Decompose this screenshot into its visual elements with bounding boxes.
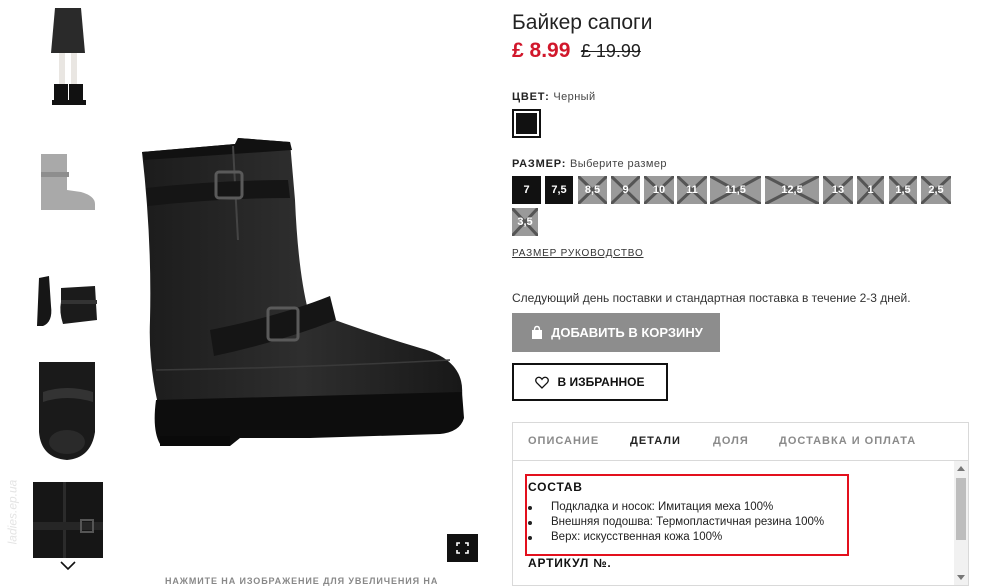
size-option-label: 1,5 [895,184,911,196]
size-option-1[interactable]: 1 [857,176,884,204]
thumbnail-image-1 [33,8,103,108]
scroll-up-arrow[interactable] [957,466,965,471]
scroll-down-arrow[interactable] [957,575,965,580]
add-to-cart-label: ДОБАВИТЬ В КОРЗИНУ [551,325,703,340]
size-option-12-5[interactable]: 12,5 [765,176,819,204]
article-number-label: АРТИКУЛ №. [528,556,612,570]
size-option-7-5[interactable]: 7,5 [545,176,573,204]
thumbnail-4[interactable] [33,362,103,462]
tab-delivery-payment[interactable]: ДОСТАВКА И ОПЛАТА [779,435,916,447]
size-option-label: 10 [652,184,666,196]
zoom-hint: НАЖМИТЕ НА ИЗОБРАЖЕНИЕ ДЛЯ УВЕЛИЧЕНИЯ НА [165,576,439,586]
size-option-label: 11 [686,184,698,196]
size-option-13[interactable]: 13 [823,176,853,204]
add-to-cart-button[interactable]: ДОБАВИТЬ В КОРЗИНУ [512,313,720,352]
size-option-label: 13 [831,184,845,196]
chevron-down-icon [60,561,76,571]
tab-description[interactable]: ОПИСАНИЕ [528,435,599,447]
size-option-label: 12,5 [781,184,803,196]
size-option-3-5[interactable]: 3,5 [512,208,538,236]
size-option-9[interactable]: 9 [611,176,640,204]
shopping-bag-icon [532,325,543,339]
thumbnail-2[interactable] [33,152,103,212]
main-product-image[interactable] [120,120,490,460]
size-option-8-5[interactable]: 8,5 [578,176,607,204]
color-swatch-black[interactable] [512,109,541,138]
thumbnail-image-4 [33,362,103,462]
original-price: £ 19.99 [580,41,641,61]
gallery-down-arrow[interactable] [58,558,78,574]
size-option-1-5[interactable]: 1,5 [889,176,917,204]
swatch-fill [516,113,537,134]
size-guide-link[interactable]: РАЗМЕР РУКОВОДСТВО [512,248,644,259]
size-option-2-5[interactable]: 2,5 [921,176,951,204]
size-label-row: РАЗМЕР: Выберите размер [512,158,667,170]
size-option-label: 2,5 [928,184,944,196]
boot-image [142,138,464,446]
size-option-label: 1 [867,184,874,196]
thumbnail-image-5 [33,482,103,558]
fullscreen-button[interactable] [447,534,478,562]
size-value: Выберите размер [570,158,667,170]
size-option-7[interactable]: 7 [512,176,541,204]
color-label: ЦВЕТ: [512,91,550,103]
tab-share[interactable]: ДОЛЯ [713,435,749,447]
product-title: Байкер сапоги [512,11,653,34]
price-row: £ 8.99 £ 19.99 [512,39,641,63]
size-option-label: 8,5 [584,184,601,196]
favorites-label: В ИЗБРАННОЕ [557,375,645,389]
thumbnail-image-2 [33,152,103,212]
size-option-label: 9 [622,184,629,196]
size-label: РАЗМЕР: [512,158,567,170]
size-option-label: 7,5 [551,184,567,196]
size-option-11[interactable]: 11 [677,176,707,204]
size-option-11-5[interactable]: 11,5 [710,176,761,204]
expand-icon [456,542,469,554]
color-label-row: ЦВЕТ: Черный [512,91,596,103]
thumbnail-5[interactable] [33,482,103,558]
size-option-label: 7 [523,184,530,196]
size-option-label: 11,5 [725,184,746,196]
size-option-10[interactable]: 10 [644,176,674,204]
tab-bar: ОПИСАНИЕ ДЕТАЛИ ДОЛЯ ДОСТАВКА И ОПЛАТА [513,423,968,461]
size-option-label: 3,5 [517,216,533,228]
scrollbar-thumb[interactable] [956,478,966,540]
details-scrollbar[interactable] [954,461,968,585]
composition-highlight-box [525,474,849,556]
color-value: Черный [553,91,596,103]
thumbnail-image-3 [33,272,103,332]
thumbnail-1[interactable] [33,8,103,108]
tab-details[interactable]: ДЕТАЛИ [630,435,681,447]
add-to-favorites-button[interactable]: В ИЗБРАННОЕ [512,363,668,401]
delivery-info: Следующий день поставки и стандартная по… [512,291,911,305]
thumbnail-3[interactable] [33,272,103,332]
sale-price: £ 8.99 [512,39,571,62]
heart-icon [535,376,550,389]
watermark: ladies.ep.ua [5,479,20,545]
